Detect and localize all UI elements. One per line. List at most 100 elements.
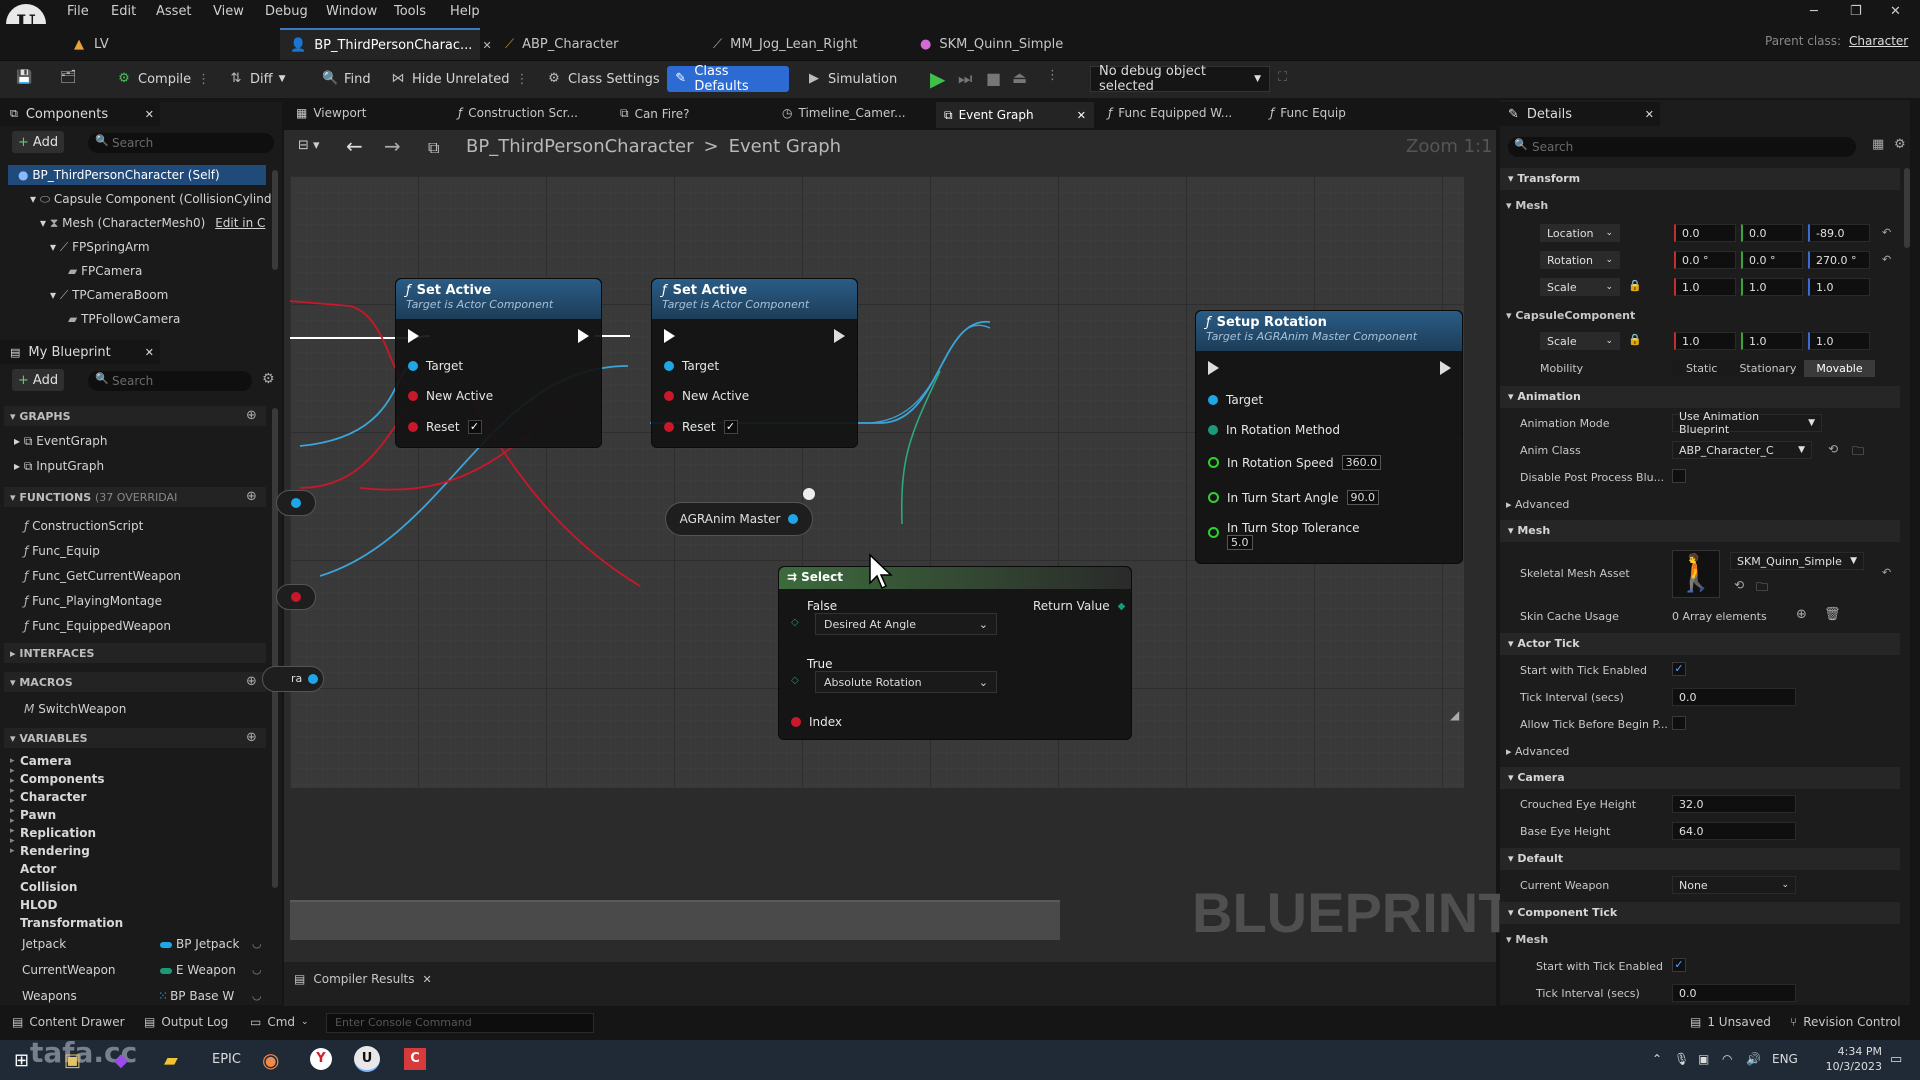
step-icon[interactable]: ⏭: [958, 69, 972, 89]
cmd-dropdown[interactable]: ▭ Cmd ⌄: [250, 1015, 309, 1029]
disable-post-process-checkbox[interactable]: [1672, 469, 1686, 483]
visibility-eye-icon[interactable]: ◡: [252, 963, 262, 976]
volume-icon[interactable]: 🔊: [1746, 1052, 1761, 1066]
notifications-icon[interactable]: ▭: [1890, 1052, 1902, 1067]
lock-icon[interactable]: 🔒: [1628, 279, 1642, 292]
tray-chevron-icon[interactable]: ⌃: [1652, 1052, 1662, 1066]
scale-z-input[interactable]: 1.0: [1808, 278, 1870, 296]
capsule-scale-dropdown[interactable]: Scale ⌄: [1540, 332, 1620, 350]
reset-checkbox[interactable]: ✓: [723, 420, 738, 434]
var-category[interactable]: Rendering: [20, 844, 90, 858]
mesh-subsection[interactable]: ▾ Mesh: [1506, 199, 1548, 212]
rotation-dropdown[interactable]: Rotation ⌄: [1540, 251, 1620, 269]
camera-section-header[interactable]: ▾ Camera: [1508, 771, 1565, 784]
exec-in-pin[interactable]: [1208, 361, 1219, 375]
exec-out-pin[interactable]: [578, 329, 589, 343]
var-category[interactable]: Replication: [20, 826, 96, 840]
rotation-speed-input[interactable]: 360.0: [1341, 455, 1382, 470]
comment-box-bottom[interactable]: [290, 900, 1060, 940]
var-category[interactable]: Actor: [20, 862, 56, 876]
scale-y-input[interactable]: 1.0: [1741, 278, 1803, 296]
unreal-engine-taskbar-icon[interactable]: U: [354, 1046, 380, 1072]
delete-icon[interactable]: 🗑: [1824, 607, 1841, 622]
advanced-expander[interactable]: ▸ Advanced: [1506, 498, 1569, 511]
console-command-input[interactable]: Enter Console Command: [326, 1013, 594, 1033]
content-drawer-button[interactable]: ▤ Content Drawer: [12, 1015, 125, 1029]
visibility-eye-icon[interactable]: ◡: [252, 989, 262, 1002]
select-node[interactable]: ⇉ Select False ◇ Desired At Angle ⌄ True ◇…: [778, 566, 1132, 740]
browse-asset-icon[interactable]: 🗀: [1852, 442, 1864, 463]
start-tick-checkbox[interactable]: ✓: [1672, 958, 1686, 972]
anim-mode-dropdown[interactable]: Use Animation Blueprint ▼: [1672, 410, 1822, 436]
menu-file[interactable]: File: [67, 4, 89, 19]
add-variable-icon[interactable]: ⊕: [246, 730, 257, 745]
mobility-stationary[interactable]: Stationary: [1731, 359, 1805, 377]
location-y-input[interactable]: 0.0: [1741, 224, 1803, 242]
skeletal-mesh-thumbnail[interactable]: 🚶: [1672, 550, 1720, 598]
unsaved-indicator[interactable]: ▤ 1 Unsaved: [1690, 1015, 1771, 1029]
close-window-icon[interactable]: ✕: [1890, 4, 1901, 19]
capsule-subsection[interactable]: ▾ CapsuleComponent: [1506, 309, 1635, 322]
macro-item[interactable]: M SwitchWeapon: [24, 702, 126, 716]
tree-item-capsule[interactable]: ▾ ⬭ Capsule Component (CollisionCylind: [30, 192, 271, 207]
components-tab[interactable]: ⧉ Components ✕: [0, 102, 160, 126]
var-category[interactable]: Character: [20, 790, 86, 804]
var-category[interactable]: Camera: [20, 754, 72, 768]
var-category[interactable]: Collision: [20, 880, 77, 894]
target-pin[interactable]: Target: [408, 359, 463, 373]
location-x-input[interactable]: 0.0: [1674, 224, 1736, 242]
function-item[interactable]: ƒ Func_PlayingMontage: [24, 594, 162, 608]
tick-interval-input[interactable]: 0.0: [1672, 688, 1796, 706]
breadcrumb-blueprint[interactable]: BP_ThirdPersonCharacter: [466, 136, 693, 157]
graph-tab-func-equip[interactable]: ƒ Func Equip: [1270, 106, 1346, 120]
exec-in-pin[interactable]: [664, 329, 675, 343]
partial-variable-node[interactable]: [276, 490, 316, 516]
variable-item-jetpack[interactable]: Jetpack: [22, 937, 66, 951]
target-pin[interactable]: Target: [1208, 393, 1263, 407]
add-function-icon[interactable]: ⊕: [246, 489, 257, 504]
partial-variable-node[interactable]: [276, 584, 316, 610]
wifi-icon[interactable]: ◠: [1722, 1052, 1732, 1066]
target-pin[interactable]: Target: [664, 359, 719, 373]
browse-icon[interactable]: 🗂: [60, 70, 77, 86]
function-item[interactable]: ƒ ConstructionScript: [24, 519, 143, 533]
hide-unrelated-button[interactable]: ⋈ Hide Unrelated ⋮: [384, 66, 535, 92]
back-arrow-icon[interactable]: ←: [346, 134, 363, 158]
capsule-scale-x-input[interactable]: 1.0: [1674, 332, 1736, 350]
revision-control-button[interactable]: ⑂ Revision Control: [1790, 1015, 1901, 1029]
function-item[interactable]: ƒ Func_GetCurrentWeapon: [24, 569, 181, 583]
tray-app-icon[interactable]: ▣: [1698, 1052, 1709, 1066]
debug-filter-icon[interactable]: ⛶: [1278, 70, 1287, 85]
tree-item-self[interactable]: ● BP_ThirdPersonCharacter (Self): [18, 168, 220, 182]
close-tab-icon[interactable]: ✕: [423, 973, 432, 986]
add-graph-icon[interactable]: ⊕: [246, 408, 257, 423]
var-category[interactable]: Transformation: [20, 916, 123, 930]
lock-icon[interactable]: 🔒: [1628, 333, 1642, 346]
components-search-input[interactable]: Search: [88, 133, 274, 153]
add-element-icon[interactable]: ⊕: [1796, 607, 1807, 622]
menu-edit[interactable]: Edit: [111, 4, 136, 19]
table-view-icon[interactable]: ▦: [1872, 137, 1884, 152]
set-active-node[interactable]: ƒ Set Active Target is Actor Component Ta…: [395, 278, 602, 448]
variable-item-currentweapon[interactable]: CurrentWeapon: [22, 963, 116, 977]
compiler-results-tab[interactable]: ▤ Compiler Results ✕: [294, 968, 432, 990]
close-tab-icon[interactable]: ✕: [1077, 109, 1086, 122]
tree-item-mesh[interactable]: ▾ ⧗ Mesh (CharacterMesh0) Edit in C: [40, 216, 265, 231]
partial-variable-node[interactable]: ra: [262, 666, 324, 692]
enum-pin-icon[interactable]: ◇: [791, 675, 799, 686]
rotation-y-input[interactable]: 0.0 °: [1741, 251, 1803, 269]
restore-icon[interactable]: ❐: [1850, 4, 1862, 19]
use-selected-icon[interactable]: ⟲: [1734, 578, 1744, 592]
menu-debug[interactable]: Debug: [265, 4, 308, 19]
graph-item-eventgraph[interactable]: ▸ ⧉ EventGraph: [14, 434, 107, 449]
true-value-dropdown[interactable]: Absolute Rotation ⌄: [815, 671, 997, 693]
function-item[interactable]: ƒ Func_EquippedWeapon: [24, 619, 171, 633]
eject-icon[interactable]: ⏏: [1012, 68, 1027, 87]
forward-arrow-icon[interactable]: →: [384, 134, 401, 158]
mesh-section-header[interactable]: ▾ Mesh: [1508, 524, 1550, 537]
doc-tab-skm-quinn[interactable]: ● SKM_Quinn_Simple: [910, 28, 1073, 60]
graph-tab-construction[interactable]: ƒ Construction Scr...: [458, 106, 578, 120]
details-scrollbar[interactable]: [1904, 168, 1910, 248]
index-pin[interactable]: Index: [791, 715, 842, 729]
turn-start-angle-input[interactable]: 90.0: [1346, 490, 1379, 505]
